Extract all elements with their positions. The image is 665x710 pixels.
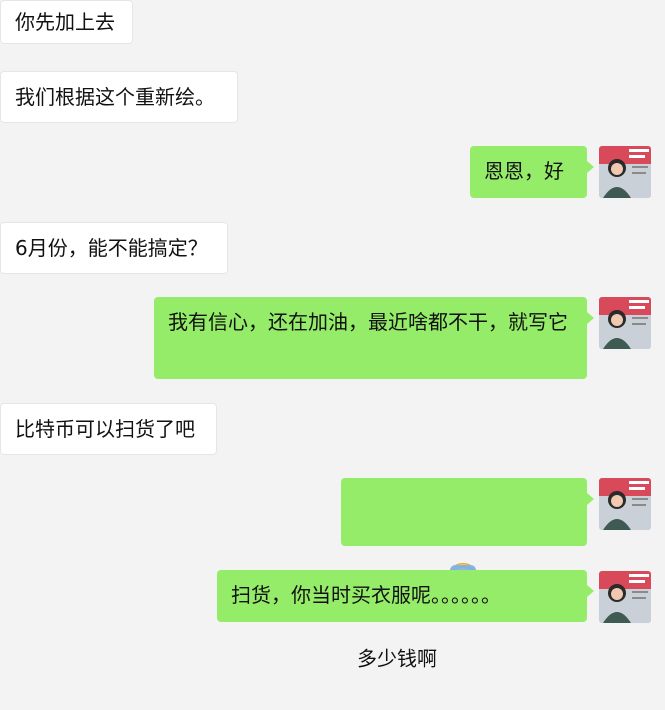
- message-bubble[interactable]: 我们根据这个重新绘。: [0, 71, 238, 123]
- message-bubble[interactable]: 恩恩，好: [470, 146, 594, 198]
- message-bubble[interactable]: 你先加上去: [0, 0, 133, 44]
- message-bubble[interactable]: 扫货，你当时买衣服呢。。。。。。: [217, 570, 594, 622]
- message-bubble[interactable]: 你打算扫多少钱啊: [341, 478, 594, 671]
- message-bubble[interactable]: 比特币可以扫货了吧: [0, 403, 217, 455]
- message-bubble[interactable]: 6月份，能不能搞定？: [0, 222, 228, 274]
- user-avatar[interactable]: [599, 478, 651, 530]
- chat-conversation: 你先加上去 我们根据这个重新绘。 恩恩，好 6月份，能不能搞定？ 我有信心，还在…: [0, 0, 665, 671]
- user-avatar[interactable]: [599, 571, 651, 623]
- user-avatar[interactable]: [599, 297, 651, 349]
- user-avatar[interactable]: [599, 146, 651, 198]
- message-bubble[interactable]: 我有信心，还在加油，最近啥都不干，就写它: [154, 297, 594, 379]
